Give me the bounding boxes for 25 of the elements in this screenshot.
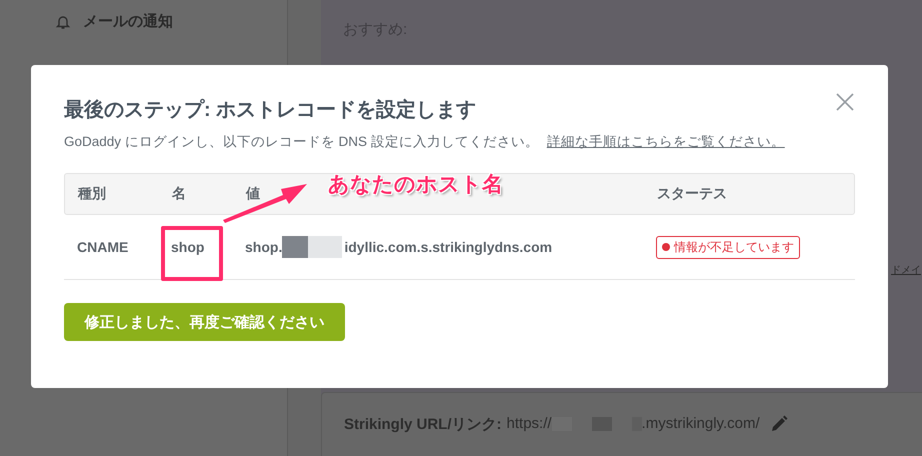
pencil-icon[interactable] [770,415,788,433]
close-icon[interactable] [836,93,854,111]
url-label: Strikingly URL/リンク: [344,415,502,434]
annotation-label: あなたのホスト名 [328,172,503,198]
domain-text: ドメイ [891,264,921,277]
column-header: 値 [246,185,260,203]
value-prefix: shop. [245,239,282,255]
column-header: 名 [172,185,186,203]
help-link[interactable]: 詳細な手順はこちらをご覧ください。 [546,133,785,151]
status-badge: 情報が不足しています [656,236,800,258]
url-prefix: https:// [506,415,552,432]
table-cell-text: CNAME [76,239,130,255]
table-cell-text: shop [171,239,206,255]
highlight-box [161,226,223,281]
modal-title: 最後のステップ: ホストレコードを設定します [64,98,476,123]
url-suffix: .mystrikingly.com/ [642,415,760,432]
column-header: スターテス [657,185,727,203]
instruction-text: GoDaddy にログインし、以下のレコードを DNS 設定に入力してください。 [64,133,539,151]
redaction-block [282,236,308,258]
sidebar-item[interactable]: メールの通知 [83,12,173,31]
column-header: 種別 [78,185,106,203]
value-suffix: idyllic.com.s.strikinglydns.com [344,239,552,255]
redaction-block [308,236,342,258]
bell-icon [55,14,71,30]
confirm-button[interactable]: 修正しました、再度ご確認ください [64,303,345,341]
